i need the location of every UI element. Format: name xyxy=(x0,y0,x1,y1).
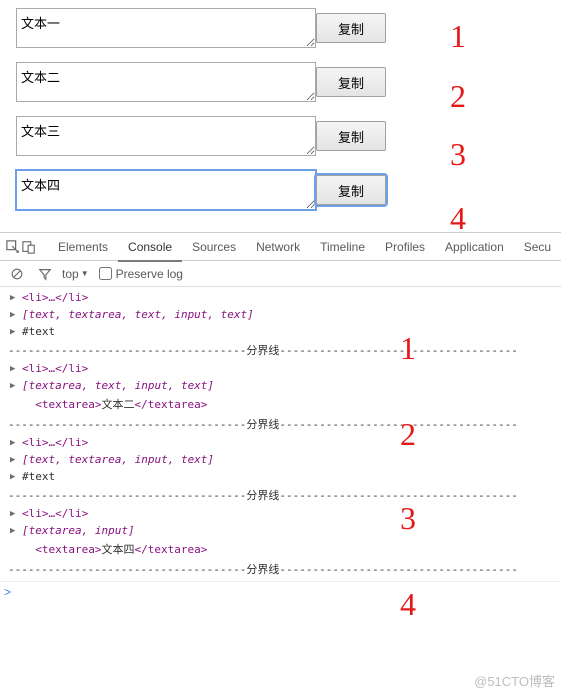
copy-button[interactable]: 复制 xyxy=(316,121,386,151)
tab-profiles[interactable]: Profiles xyxy=(375,234,435,260)
filter-icon[interactable] xyxy=(34,263,56,285)
console-divider: ------------------------------------分界线-… xyxy=(8,414,561,434)
console-line[interactable]: ▶#text xyxy=(8,468,561,485)
page-top: 复制复制复制复制 xyxy=(0,0,561,232)
annotation: 4 xyxy=(450,200,466,237)
annotation: 4 xyxy=(400,586,416,623)
console-line[interactable]: ▶#text xyxy=(8,323,561,340)
watermark: @51CTO博客 xyxy=(474,671,555,690)
preserve-log-checkbox[interactable] xyxy=(99,267,112,280)
console-prompt[interactable]: > xyxy=(0,581,561,602)
tab-elements[interactable]: Elements xyxy=(48,234,118,260)
annotation: 2 xyxy=(400,416,416,453)
console-line[interactable]: ▶[text, textarea, text, input, text] xyxy=(8,306,561,323)
devtools-tab-bar: ElementsConsoleSourcesNetworkTimelinePro… xyxy=(0,233,561,261)
console-line[interactable]: ▶[textarea, text, input, text] xyxy=(8,377,561,394)
context-dropdown[interactable]: top ▼ xyxy=(62,267,89,281)
text-input[interactable] xyxy=(16,170,316,210)
annotation: 1 xyxy=(450,18,466,55)
console-divider: ------------------------------------分界线-… xyxy=(8,559,561,579)
console-divider: ------------------------------------分界线-… xyxy=(8,485,561,505)
text-input[interactable] xyxy=(16,8,316,48)
annotation: 1 xyxy=(400,330,416,367)
chevron-down-icon: ▼ xyxy=(81,269,89,278)
console-line[interactable]: ▶[text, textarea, input, text] xyxy=(8,451,561,468)
device-toggle-icon[interactable] xyxy=(22,236,36,258)
clear-console-icon[interactable] xyxy=(6,263,28,285)
text-input[interactable] xyxy=(16,62,316,102)
tab-console[interactable]: Console xyxy=(118,234,182,262)
preserve-log-label: Preserve log xyxy=(116,267,183,281)
tab-secu[interactable]: Secu xyxy=(514,234,561,260)
annotation: 2 xyxy=(450,78,466,115)
console-line[interactable]: ▶<li>…</li> xyxy=(8,505,561,522)
copy-button[interactable]: 复制 xyxy=(316,175,386,205)
console-line[interactable]: ▶[textarea, input] xyxy=(8,522,561,539)
tab-sources[interactable]: Sources xyxy=(182,234,246,260)
tab-application[interactable]: Application xyxy=(435,234,514,260)
tab-network[interactable]: Network xyxy=(246,234,310,260)
console-line[interactable]: ▶<li>…</li> xyxy=(8,289,561,306)
console-output: ▶<li>…</li>▶[text, textarea, text, input… xyxy=(0,287,561,581)
annotation: 3 xyxy=(400,500,416,537)
copy-button[interactable]: 复制 xyxy=(316,67,386,97)
console-line[interactable]: <textarea>文本四</textarea> xyxy=(8,539,561,559)
console-filter-bar: top ▼ Preserve log xyxy=(0,261,561,287)
preserve-log[interactable]: Preserve log xyxy=(99,267,183,281)
copy-button[interactable]: 复制 xyxy=(316,13,386,43)
context-label: top xyxy=(62,267,79,281)
inspect-icon[interactable] xyxy=(6,236,20,258)
text-input[interactable] xyxy=(16,116,316,156)
console-line[interactable]: ▶<li>…</li> xyxy=(8,434,561,451)
console-divider: ------------------------------------分界线-… xyxy=(8,340,561,360)
console-line[interactable]: <textarea>文本二</textarea> xyxy=(8,394,561,414)
annotation: 3 xyxy=(450,136,466,173)
devtools-panel: ElementsConsoleSourcesNetworkTimelinePro… xyxy=(0,232,561,602)
console-line[interactable]: ▶<li>…</li> xyxy=(8,360,561,377)
tab-timeline[interactable]: Timeline xyxy=(310,234,375,260)
